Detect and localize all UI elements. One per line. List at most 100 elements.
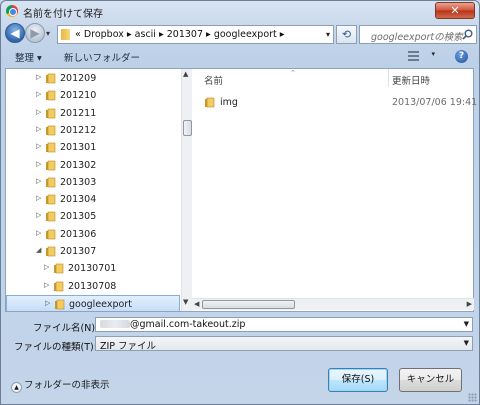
tree-item-label: 201301 [60, 142, 97, 154]
expand-arrow-icon[interactable]: ▷ [36, 211, 41, 219]
address-path[interactable]: « Dropbox ▸ ascii ▸ 201307 ▸ googleexpor… [75, 29, 285, 40]
refresh-button[interactable]: ⟲ [336, 25, 357, 44]
expand-arrow-icon[interactable]: ▷ [44, 281, 49, 289]
tree-item[interactable]: ▷ 201210 [6, 87, 180, 104]
tree-item-label: googleexport [69, 298, 132, 310]
chevron-up-icon: ▲ [11, 382, 22, 393]
file-list: ⌃ 名前 更新日時 img 2013/07/06 19:41 ◀ ▶ [192, 69, 478, 311]
scroll-thumb[interactable] [202, 300, 295, 309]
folder-icon [46, 125, 56, 136]
tree-item[interactable]: ▷ 201301 [6, 139, 180, 156]
folder-icon [55, 299, 65, 310]
expand-arrow-icon[interactable]: ▷ [44, 263, 49, 271]
expand-arrow-icon[interactable]: ▷ [36, 125, 41, 133]
column-divider[interactable] [388, 69, 389, 87]
forward-button[interactable]: ▶ [25, 23, 45, 43]
tree-item-label: 20130708 [68, 280, 117, 292]
new-folder-button[interactable]: 新しいフォルダー [64, 50, 140, 64]
tree-item-label: 201304 [60, 194, 97, 206]
search-icon[interactable] [462, 29, 473, 40]
tree-item[interactable]: ▷ 201209 [6, 70, 180, 87]
expand-arrow-icon[interactable]: ▷ [36, 90, 41, 98]
search-box[interactable]: googleexportの検索 [359, 25, 477, 44]
hide-folders-toggle[interactable]: ▲ フォルダーの非表示 [11, 377, 110, 393]
folder-icon [46, 73, 56, 84]
tree-item-label: 201307 [60, 246, 97, 257]
expand-arrow-icon[interactable]: ▷ [36, 160, 41, 168]
filename-field[interactable]: @gmail.com-takeout.zip ▼ [95, 317, 473, 332]
folder-icon [54, 281, 64, 291]
folder-icon [54, 263, 64, 274]
file-name: img [220, 97, 238, 108]
folder-icon [205, 97, 215, 108]
filetype-label: ファイルの種類(T): [14, 342, 97, 353]
collapse-arrow-icon[interactable]: ◢ [36, 246, 41, 254]
file-modified: 2013/07/06 19:41 [392, 97, 478, 108]
search-input[interactable]: googleexportの検索 [371, 29, 463, 43]
recent-locations-dropdown[interactable]: ▾ [46, 29, 50, 38]
folder-icon [46, 246, 56, 257]
chevron-down-icon[interactable]: ▾ [326, 30, 330, 39]
back-button[interactable]: ◀ [5, 23, 25, 43]
expand-arrow-icon[interactable]: ▷ [36, 142, 41, 150]
tree-item-label: 201303 [60, 176, 97, 188]
sort-ascending-icon: ⌃ [290, 69, 296, 77]
tree-item-label: 201212 [60, 124, 97, 136]
cancel-button[interactable]: キャンセル [399, 368, 462, 392]
tree-item[interactable]: ▷ 201305 [6, 208, 180, 225]
column-header-name[interactable]: 名前 [204, 73, 223, 87]
scroll-thumb[interactable] [183, 120, 192, 136]
tree-item[interactable]: ▷ 201302 [6, 157, 180, 174]
expand-arrow-icon[interactable]: ▷ [36, 108, 41, 116]
filetype-select[interactable]: ZIP ファイル ▼ [95, 336, 473, 352]
expand-arrow-icon[interactable]: ▷ [36, 229, 41, 237]
filename-input[interactable]: @gmail.com-takeout.zip [100, 319, 245, 330]
navigation-bar: ◀ ▶ ▾ « Dropbox ▸ ascii ▸ 201307 ▸ googl… [5, 23, 477, 45]
tree-item[interactable]: ▷ 201212 [6, 122, 180, 139]
chrome-icon [6, 5, 18, 17]
tree-item[interactable]: ▷ 201306 [6, 226, 180, 243]
tree-item-label: 201305 [60, 211, 97, 223]
expand-arrow-icon[interactable]: ▷ [36, 73, 41, 81]
organize-button[interactable]: 整理 ▾ [15, 50, 42, 64]
redacted-text [100, 320, 130, 328]
command-bar: 整理 ▾ 新しいフォルダー ▾ ? [1, 47, 479, 68]
tree-item-label: 201211 [60, 107, 97, 119]
tree-scrollbar[interactable]: ▲ ▼ [181, 69, 192, 311]
save-button[interactable]: 保存(S) [328, 368, 388, 392]
list-item[interactable]: img 2013/07/06 19:41 [204, 96, 478, 112]
scroll-up-arrow[interactable]: ▲ [183, 70, 188, 78]
scroll-right-arrow[interactable]: ▶ [467, 300, 472, 308]
chevron-down-icon[interactable]: ▾ [431, 50, 435, 58]
tree-item[interactable]: ▷ 20130701 [6, 260, 180, 277]
tree-item[interactable]: ◢ 201307 [6, 243, 180, 260]
view-options-icon[interactable] [408, 51, 419, 61]
address-bar[interactable]: « Dropbox ▸ ascii ▸ 201307 ▸ googleexpor… [57, 25, 334, 44]
tree-item-label: 20130701 [68, 263, 117, 275]
resize-grip[interactable] [468, 393, 477, 402]
folder-icon [46, 229, 56, 239]
scroll-left-arrow[interactable]: ◀ [194, 300, 199, 308]
hide-folders-label[interactable]: フォルダーの非表示 [24, 380, 110, 391]
expand-arrow-icon[interactable]: ▷ [36, 194, 41, 202]
scroll-down-arrow[interactable]: ▼ [183, 298, 188, 306]
tree-item[interactable]: ▷ 201304 [6, 191, 180, 208]
folder-icon [46, 194, 56, 205]
expand-arrow-icon[interactable]: ▷ [36, 177, 41, 185]
tree-item-label: 201209 [60, 73, 97, 84]
folder-icon [46, 177, 56, 188]
folder-icon [46, 142, 56, 153]
tree-item[interactable]: ▷ 20130708 [6, 278, 180, 295]
tree-item[interactable]: ▷ 201211 [6, 105, 180, 122]
column-header-modified[interactable]: 更新日時 [392, 73, 430, 87]
expand-arrow-icon[interactable]: ▷ [45, 299, 50, 307]
help-icon[interactable]: ? [455, 50, 468, 63]
file-list-scrollbar[interactable]: ◀ ▶ [192, 298, 474, 310]
tree-item-label: 201210 [60, 90, 97, 102]
tree-item[interactable]: ▷ googleexport [6, 294, 180, 311]
chevron-down-icon[interactable]: ▼ [464, 339, 469, 347]
filetype-value[interactable]: ZIP ファイル [100, 338, 156, 352]
chevron-down-icon[interactable]: ▼ [464, 320, 469, 328]
close-button[interactable]: ✕ [435, 2, 475, 19]
tree-item[interactable]: ▷ 201303 [6, 174, 180, 191]
